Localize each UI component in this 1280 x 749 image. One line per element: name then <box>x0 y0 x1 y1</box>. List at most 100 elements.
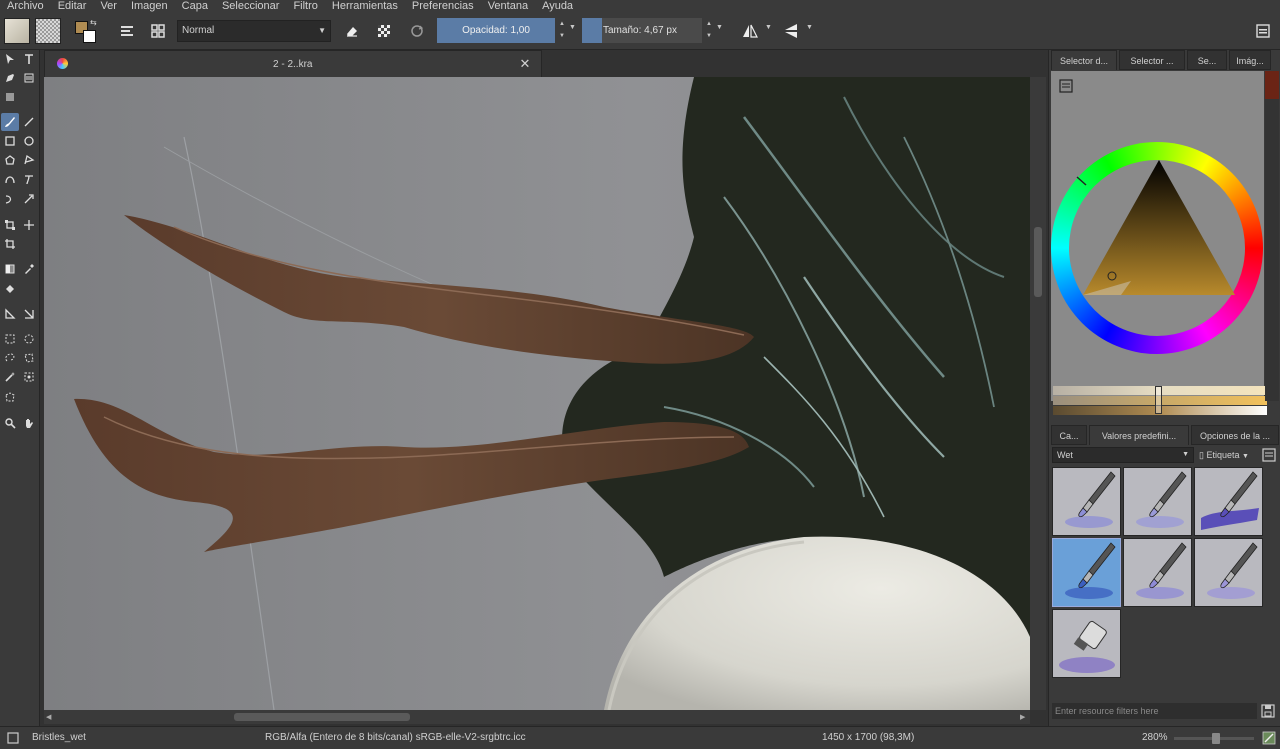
edit-shapes-tool[interactable] <box>1 69 19 87</box>
preserve-alpha-button[interactable] <box>372 19 396 43</box>
swap-colors-icon[interactable]: ⇆ <box>90 18 97 27</box>
bezier-selection-tool[interactable] <box>1 388 19 406</box>
settings-icon[interactable] <box>1059 79 1073 93</box>
horizontal-scrollbar[interactable]: ◀ ▶ <box>44 710 1030 724</box>
menu-archivo[interactable]: Archivo <box>0 0 51 12</box>
brush-presets-button[interactable] <box>146 19 170 43</box>
zoom-slider-knob[interactable] <box>1212 733 1220 744</box>
blend-mode-select[interactable]: Normal ▼ <box>177 20 331 42</box>
calligraphy-tool[interactable] <box>20 69 38 87</box>
ellipse-selection-tool[interactable] <box>20 330 38 348</box>
canvas-only-icon[interactable] <box>1262 731 1276 745</box>
color-space-info[interactable]: RGB/Alfa (Entero de 8 bits/canal) sRGB-e… <box>265 732 526 743</box>
perspective-grid-tool[interactable] <box>20 305 38 323</box>
size-slider[interactable]: Tamaño: 4,67 px <box>582 18 702 43</box>
background-color[interactable] <box>83 30 96 43</box>
zoom-level[interactable]: 280% <box>1142 732 1168 743</box>
tab-advanced-color-selector[interactable]: Selector d... <box>1051 50 1117 70</box>
menu-capa[interactable]: Capa <box>175 0 215 12</box>
current-brush-preset[interactable]: Bristles_wet <box>32 732 86 743</box>
menu-ver[interactable]: Ver <box>93 0 124 12</box>
color-history-strip[interactable] <box>1265 71 1279 401</box>
color-slider-handle[interactable] <box>1155 386 1162 414</box>
preset-filter-select[interactable]: Wet ▼ <box>1052 447 1194 463</box>
menu-preferencias[interactable]: Preferencias <box>405 0 481 12</box>
size-dropdown-icon[interactable]: ▼ <box>716 24 723 31</box>
transform-tool[interactable] <box>1 216 19 234</box>
ellipse-tool[interactable] <box>20 132 38 150</box>
tab-ca[interactable]: Ca... <box>1051 425 1087 445</box>
save-icon[interactable] <box>1260 703 1276 719</box>
fill-tool[interactable] <box>1 280 19 298</box>
color-picker-tool[interactable] <box>20 260 38 278</box>
polyline-tool[interactable] <box>20 151 38 169</box>
opacity-slider[interactable]: Opacidad: 1,00 <box>437 18 555 43</box>
magic-wand-tool[interactable] <box>1 368 19 386</box>
menu-ayuda[interactable]: Ayuda <box>535 0 580 12</box>
dynamic-brush-tool[interactable] <box>1 190 19 208</box>
zoom-tool[interactable] <box>1 414 19 432</box>
color-swap-widget[interactable]: ⇆ <box>72 18 100 46</box>
brush-preset-wet-7[interactable] <box>1052 609 1121 678</box>
resource-filter-input[interactable]: Enter resource filters here <box>1052 703 1257 719</box>
document-tab[interactable]: 2 - 2..kra ✕ <box>44 50 542 77</box>
freehand-selection-tool[interactable] <box>1 349 19 367</box>
gradient-swatch[interactable] <box>4 18 30 44</box>
pattern-swatch[interactable] <box>35 18 61 44</box>
preset-menu-icon[interactable] <box>1261 447 1277 463</box>
menu-imagen[interactable]: Imagen <box>124 0 175 12</box>
zoom-slider[interactable] <box>1174 733 1254 744</box>
menu-filtro[interactable]: Filtro <box>286 0 324 12</box>
vertical-scrollbar[interactable] <box>1030 77 1046 710</box>
brush-preset-wet-3[interactable] <box>1194 467 1263 536</box>
canvas[interactable] <box>44 77 1030 710</box>
mirror-horizontal-dropdown-icon[interactable]: ▼ <box>765 24 772 31</box>
brush-preset-wet-6[interactable] <box>1194 538 1263 607</box>
close-document-icon[interactable]: ✕ <box>518 57 532 71</box>
tab-brush-presets[interactable]: Valores predefini... <box>1089 425 1189 445</box>
tag-selector[interactable]: ▯ Etiqueta ▼ <box>1199 447 1261 463</box>
workspace-button[interactable] <box>1251 19 1275 43</box>
opacity-spinner[interactable]: ▲ ▼ <box>556 18 568 43</box>
menu-herramientas[interactable]: Herramientas <box>325 0 405 12</box>
size-spinner[interactable]: ▲ ▼ <box>703 18 715 43</box>
multibrush-tool[interactable] <box>20 190 38 208</box>
edit-brush-settings-button[interactable] <box>115 19 139 43</box>
menu-ventana[interactable]: Ventana <box>481 0 535 12</box>
measure-tool[interactable] <box>1 88 19 106</box>
color-wheel[interactable] <box>1051 141 1264 356</box>
gradient-tool[interactable] <box>1 260 19 278</box>
bezier-tool[interactable] <box>1 170 19 188</box>
horizontal-scroll-thumb[interactable] <box>234 713 410 721</box>
opacity-dropdown-icon[interactable]: ▼ <box>569 24 576 31</box>
mirror-vertical-dropdown-icon[interactable]: ▼ <box>806 24 813 31</box>
crop-tool[interactable] <box>1 235 19 253</box>
rect-selection-tool[interactable] <box>1 330 19 348</box>
mirror-horizontal-button[interactable] <box>738 19 762 43</box>
similar-color-selection-tool[interactable] <box>20 368 38 386</box>
pan-tool[interactable] <box>20 414 38 432</box>
move-tool[interactable] <box>20 216 38 234</box>
tab-image[interactable]: Imág... <box>1229 50 1271 70</box>
mirror-vertical-button[interactable] <box>779 19 803 43</box>
brush-preset-wet-5[interactable] <box>1123 538 1192 607</box>
assistant-tool[interactable] <box>1 305 19 323</box>
scroll-right-icon[interactable]: ▶ <box>1020 713 1025 721</box>
text-tool[interactable] <box>20 50 38 68</box>
select-shapes-tool[interactable] <box>1 50 19 68</box>
tab-color-selector[interactable]: Selector ... <box>1119 50 1185 70</box>
tab-se[interactable]: Se... <box>1187 50 1227 70</box>
freehand-path-tool[interactable] <box>20 170 38 188</box>
brush-preset-wet-2[interactable] <box>1123 467 1192 536</box>
rectangle-tool[interactable] <box>1 132 19 150</box>
menu-editar[interactable]: Editar <box>51 0 94 12</box>
recent-color-swatch[interactable] <box>1265 71 1279 99</box>
tab-tool-options[interactable]: Opciones de la ... <box>1191 425 1279 445</box>
reload-preset-button[interactable] <box>405 19 429 43</box>
scroll-left-icon[interactable]: ◀ <box>46 713 51 721</box>
polygon-tool[interactable] <box>1 151 19 169</box>
line-tool[interactable] <box>20 113 38 131</box>
freehand-brush-tool[interactable] <box>1 113 19 131</box>
eraser-mode-button[interactable] <box>340 19 364 43</box>
brush-preset-wet-1[interactable] <box>1052 467 1121 536</box>
